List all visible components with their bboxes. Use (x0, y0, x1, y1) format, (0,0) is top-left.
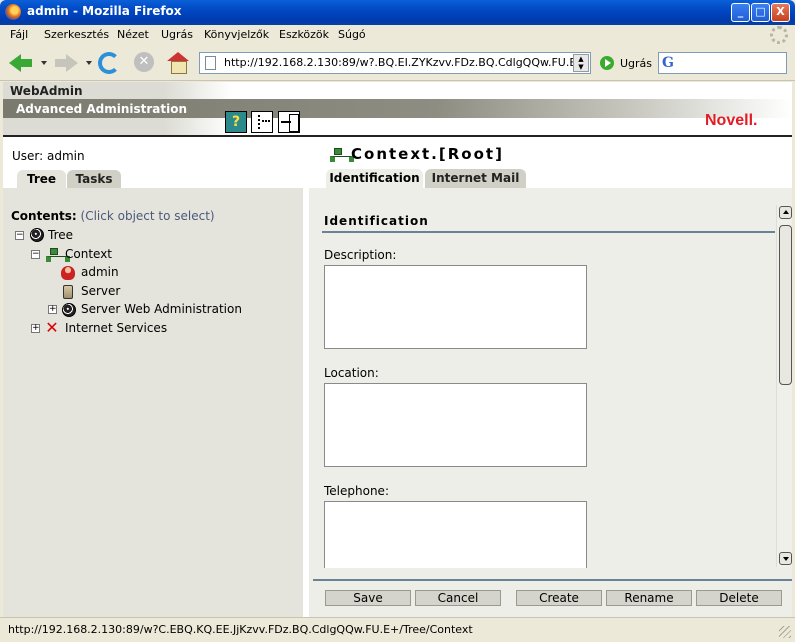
expand-icon[interactable]: + (48, 305, 57, 314)
scroll-down-icon[interactable] (779, 552, 792, 565)
url-dropdown-icon[interactable]: ▲ ▼ (573, 54, 589, 72)
tab-identification[interactable]: Identification (326, 169, 423, 188)
rename-button[interactable]: Rename (606, 590, 692, 606)
status-text: http://192.168.2.130:89/w?C.EBQ.KQ.EE.Jj… (8, 623, 473, 636)
tree-node-label[interactable]: Internet Services (65, 321, 167, 335)
home-icon[interactable] (167, 52, 189, 74)
page-icon (205, 56, 216, 70)
menu-edit[interactable]: Szerkesztés (44, 28, 109, 41)
tree-node-label[interactable]: Server (81, 284, 120, 298)
contents-label: Contents: (Click object to select) (11, 209, 215, 223)
tab-internet-mail[interactable]: Internet Mail (425, 169, 526, 188)
context-icon (330, 148, 354, 162)
menu-view[interactable]: Nézet (117, 28, 149, 41)
tab-tasks[interactable]: Tasks (67, 170, 121, 189)
contents-hint: (Click object to select) (80, 209, 215, 223)
description-field[interactable] (324, 265, 587, 349)
go-icon[interactable] (600, 56, 614, 70)
tab-tree[interactable]: Tree (17, 170, 66, 189)
form-scroll-area: Identification Description: Location: Te… (309, 188, 775, 568)
reload-icon[interactable] (98, 52, 120, 74)
telephone-label: Telephone: (324, 484, 389, 498)
globe-icon (30, 228, 44, 242)
maximize-button[interactable]: □ (751, 3, 770, 22)
properties-panel: Identification Description: Location: Te… (309, 188, 792, 617)
tree-node-label[interactable]: Tree (48, 228, 73, 242)
webadmin-header: WebAdmin Advanced Administration Novell. (3, 82, 792, 137)
scrollbar-thumb[interactable] (779, 225, 792, 385)
server-icon (63, 285, 73, 299)
collapse-icon[interactable]: − (31, 250, 40, 259)
description-label: Description: (324, 248, 397, 262)
status-bar: http://192.168.2.130:89/w?C.EBQ.KQ.EE.Jj… (0, 617, 795, 642)
collapse-icon[interactable]: − (15, 231, 24, 240)
tree-node-label[interactable]: Context (65, 247, 112, 261)
search-input[interactable]: G (658, 52, 787, 74)
menu-help[interactable]: Súgó (338, 28, 366, 41)
menu-tools[interactable]: Eszközök (279, 28, 329, 41)
tree-view-icon[interactable] (251, 111, 273, 133)
forward-history-dropdown-icon[interactable] (86, 61, 92, 65)
forward-arrow-icon[interactable] (55, 52, 79, 74)
x-icon: ✕ (45, 318, 59, 337)
section-divider (322, 231, 775, 233)
globe-icon (62, 303, 76, 317)
menu-bar: Fájl Szerkesztés Nézet Ugrás Könyvjelzők… (0, 25, 795, 45)
header-divider (3, 135, 792, 137)
menu-bookmarks[interactable]: Könyvjelzők (204, 28, 269, 41)
tree-panel: Contents: (Click object to select) − Tre… (3, 188, 303, 617)
window-titlebar[interactable]: admin - Mozilla Firefox _ □ X (0, 0, 795, 25)
help-icon[interactable] (225, 111, 247, 133)
google-icon[interactable]: G (662, 55, 674, 71)
object-title: Context.[Root] (351, 145, 504, 163)
button-divider (313, 579, 792, 581)
user-icon (61, 266, 75, 280)
scroll-up-icon[interactable] (779, 206, 792, 219)
location-field[interactable] (324, 383, 587, 467)
url-bar[interactable]: http://192.168.2.130:89/w?.BQ.EI.ZYKzvv.… (199, 52, 591, 74)
url-text[interactable]: http://192.168.2.130:89/w?.BQ.EI.ZYKzvv.… (224, 56, 576, 69)
resize-grip-icon[interactable] (779, 626, 791, 638)
cancel-button[interactable]: Cancel (415, 590, 501, 606)
firefox-icon (5, 4, 21, 20)
tree-node-label[interactable]: Server Web Administration (81, 302, 242, 316)
webadmin-title: WebAdmin (10, 84, 83, 98)
menu-go[interactable]: Ugrás (161, 28, 193, 41)
throbber-icon (770, 26, 788, 44)
back-history-dropdown-icon[interactable] (41, 61, 47, 65)
go-button-label[interactable]: Ugrás (620, 57, 652, 70)
context-icon (46, 248, 70, 262)
tree-node-label[interactable]: admin (81, 265, 119, 279)
window-title: admin - Mozilla Firefox (27, 4, 182, 18)
menu-file[interactable]: Fájl (10, 28, 28, 41)
user-label: User: admin (12, 149, 85, 163)
page-content: WebAdmin Advanced Administration Novell.… (3, 82, 792, 617)
stop-icon[interactable]: ✕ (134, 52, 154, 72)
save-button[interactable]: Save (325, 590, 411, 606)
webadmin-subtitle: Advanced Administration (16, 102, 188, 116)
close-button[interactable]: X (771, 3, 790, 22)
novell-logo: Novell. (705, 112, 758, 129)
telephone-field[interactable] (324, 501, 587, 568)
expand-icon[interactable]: + (31, 324, 40, 333)
form-scrollbar[interactable] (776, 205, 792, 567)
minimize-button[interactable]: _ (731, 3, 750, 22)
location-label: Location: (324, 366, 379, 380)
exit-icon[interactable] (278, 111, 300, 133)
back-arrow-icon[interactable] (9, 52, 33, 74)
delete-button[interactable]: Delete (696, 590, 782, 606)
section-title: Identification (324, 214, 429, 228)
create-button[interactable]: Create (516, 590, 602, 606)
